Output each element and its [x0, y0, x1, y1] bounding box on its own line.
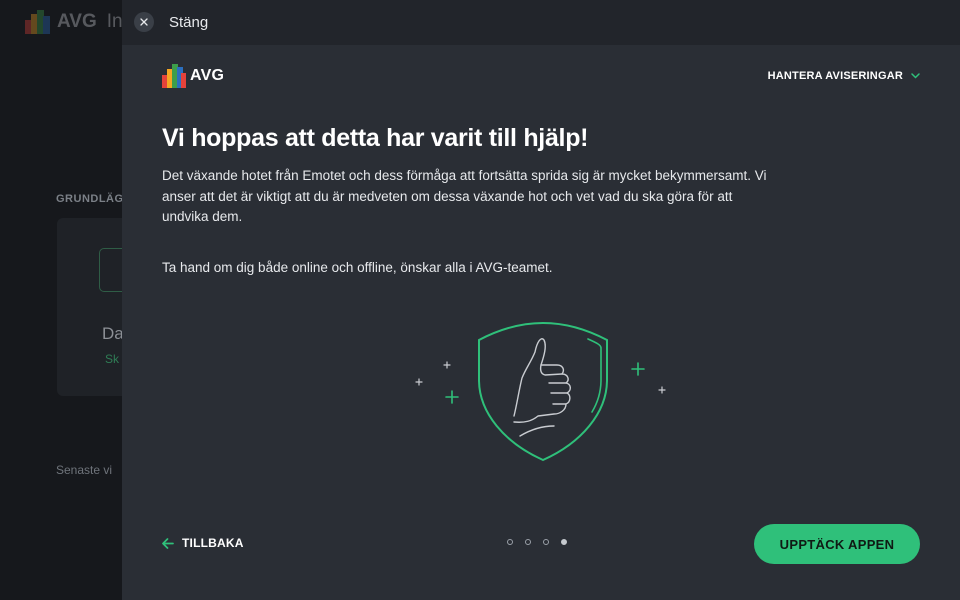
arrow-left-icon — [162, 537, 174, 549]
pagination-dot-4[interactable] — [561, 539, 567, 545]
background-logo-text: AVG — [57, 11, 97, 32]
page-title: Vi hoppas att detta har varit till hjälp… — [162, 124, 589, 152]
background-section-heading: GRUNDLÄG — [56, 193, 124, 205]
body-paragraph-1: Det växande hotet från Emotet och dess f… — [162, 168, 767, 224]
pagination-dot-1[interactable] — [507, 539, 513, 545]
body-paragraph-2: Ta hand om dig både online och offline, … — [162, 260, 553, 275]
avg-logo-icon — [162, 64, 186, 88]
avg-logo: AVG — [162, 64, 224, 88]
background-card-title: Da — [102, 324, 124, 343]
background-card-status: Sk — [105, 352, 120, 366]
chevron-down-icon — [911, 73, 920, 79]
manage-notifications-label[interactable]: HANTERA AVISERINGAR — [768, 70, 903, 82]
back-label[interactable]: TILLBAKA — [182, 536, 244, 550]
info-panel: Stäng AVG HANTERA AVISERINGAR Vi hoppas … — [122, 0, 960, 600]
pagination-dot-3[interactable] — [543, 539, 549, 545]
close-icon — [140, 18, 148, 26]
pagination-dots — [507, 539, 567, 545]
close-button[interactable] — [134, 12, 154, 32]
close-label[interactable]: Stäng — [169, 14, 208, 31]
background-recent-label: Senaste vi — [56, 463, 113, 477]
back-button[interactable]: TILLBAKA — [162, 536, 244, 550]
panel-topbar: Stäng — [122, 0, 960, 45]
manage-notifications-dropdown[interactable]: HANTERA AVISERINGAR — [768, 70, 920, 82]
avg-logo-text: AVG — [190, 67, 225, 84]
pagination-dot-2[interactable] — [525, 539, 531, 545]
discover-app-button[interactable]: UPPTÄCK APPEN — [754, 524, 920, 564]
avg-logo-icon — [25, 10, 50, 34]
background-logo: AVG Int — [25, 10, 128, 34]
shield-thumbs-up-icon — [415, 321, 666, 462]
